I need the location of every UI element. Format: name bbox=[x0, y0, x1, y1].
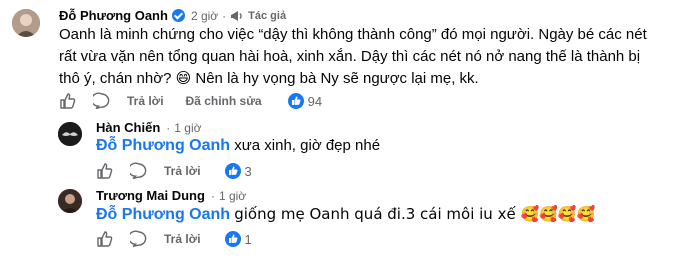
comment-icon[interactable] bbox=[93, 92, 111, 110]
reply-avatar[interactable] bbox=[58, 122, 82, 146]
thumbs-up-icon[interactable] bbox=[96, 162, 114, 180]
mention-link[interactable]: Đỗ Phương Oanh bbox=[96, 206, 230, 223]
reply-text: Đỗ Phương Oanh xưa xinh, giờ đẹp nhé bbox=[96, 135, 380, 157]
verified-icon bbox=[171, 9, 185, 22]
edited-label[interactable]: Đã chỉnh sửa bbox=[186, 94, 262, 108]
like-count-value: 3 bbox=[244, 163, 252, 179]
reply-actions: Trả lời 3 bbox=[96, 162, 252, 180]
author-name[interactable]: Đỗ Phương Oanh bbox=[59, 8, 168, 23]
thumbs-up-icon[interactable] bbox=[96, 230, 114, 248]
comment-text: Oanh là minh chứng cho việc “dậy thì khô… bbox=[59, 24, 679, 90]
reply-body: giống mẹ Oanh quá đi.3 cái môi iu xế 🥰🥰🥰… bbox=[234, 205, 596, 223]
reply-button[interactable]: Trả lời bbox=[164, 232, 201, 246]
like-reaction-icon bbox=[224, 163, 241, 179]
reply-body: xưa xinh, giờ đẹp nhé bbox=[234, 137, 381, 154]
thumbs-up-icon[interactable] bbox=[59, 92, 77, 110]
reply-button[interactable]: Trả lời bbox=[127, 94, 164, 108]
comment-line-2: rất vừa vặn nên tổng quan hài hoà, xinh … bbox=[59, 48, 641, 65]
like-count[interactable]: 1 bbox=[224, 231, 252, 247]
reply-text: Đỗ Phương Oanh giống mẹ Oanh quá đi.3 cá… bbox=[96, 203, 595, 226]
reply-button[interactable]: Trả lời bbox=[164, 164, 201, 178]
like-reaction-icon bbox=[287, 93, 304, 109]
reply-actions: Trả lời 1 bbox=[96, 230, 252, 248]
like-reaction-icon bbox=[224, 231, 241, 247]
reply-header: Trương Mai Dung · 1 giờ bbox=[96, 188, 246, 203]
reply-time[interactable]: 1 giờ bbox=[174, 121, 201, 135]
reply-time[interactable]: 1 giờ bbox=[219, 189, 246, 203]
reply-header: Hàn Chiến · 1 giờ bbox=[96, 120, 202, 135]
separator: · bbox=[210, 188, 215, 203]
comment-line-3: thô ý, chán nhờ? 😄 Nên là hy vọng bà Ny … bbox=[59, 70, 479, 87]
author-avatar[interactable] bbox=[12, 9, 40, 37]
separator: · bbox=[222, 8, 227, 23]
author-badge-label: Tác giả bbox=[248, 9, 287, 22]
reply-avatar[interactable] bbox=[58, 189, 82, 213]
comment-header: Đỗ Phương Oanh 2 giờ · Tác giả bbox=[59, 8, 286, 23]
comment-line-1: Oanh là minh chứng cho việc “dậy thì khô… bbox=[59, 26, 647, 43]
like-count-value: 94 bbox=[307, 93, 323, 109]
like-count[interactable]: 3 bbox=[224, 163, 252, 179]
comment-icon[interactable] bbox=[130, 162, 148, 180]
like-count[interactable]: 94 bbox=[287, 93, 323, 109]
author-badge-icon bbox=[231, 10, 242, 21]
comment-icon[interactable] bbox=[130, 230, 148, 248]
like-count-value: 1 bbox=[244, 231, 252, 247]
separator: · bbox=[166, 120, 171, 135]
reply-author[interactable]: Trương Mai Dung bbox=[96, 188, 205, 203]
comment-time[interactable]: 2 giờ bbox=[191, 9, 218, 23]
author-badge: Tác giả bbox=[230, 10, 286, 22]
reply-author[interactable]: Hàn Chiến bbox=[96, 120, 160, 135]
mention-link[interactable]: Đỗ Phương Oanh bbox=[96, 137, 230, 154]
comment-actions: Trả lời Đã chỉnh sửa 94 bbox=[59, 92, 322, 110]
